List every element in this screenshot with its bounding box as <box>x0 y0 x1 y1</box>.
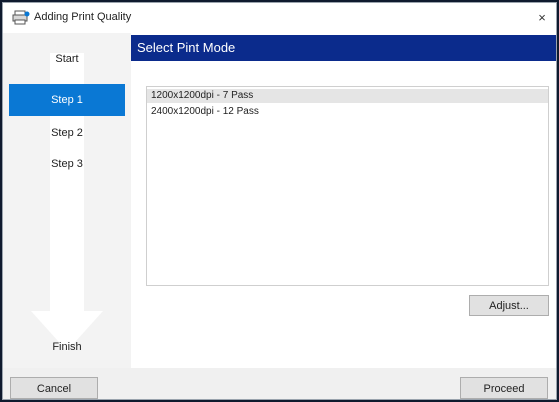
close-button[interactable]: × <box>528 3 556 33</box>
title-bar: Adding Print Quality × <box>3 3 556 33</box>
step-3: Step 3 <box>51 158 83 170</box>
proceed-button[interactable]: Proceed <box>460 377 548 399</box>
cancel-button[interactable]: Cancel <box>10 377 98 399</box>
wizard-steps-sidebar: Start Step 1 Step 2 Step 3 Finish <box>3 33 131 368</box>
step-2: Step 2 <box>51 127 83 139</box>
list-item-mode-1[interactable]: 1200x1200dpi - 7 Pass <box>147 89 548 103</box>
main-panel: Select Pint Mode 1200x1200dpi - 7 Pass 2… <box>131 33 556 368</box>
step-1-active: Step 1 <box>9 84 125 116</box>
step-start: Start <box>55 53 79 65</box>
list-item-mode-2[interactable]: 2400x1200dpi - 12 Pass <box>147 105 548 119</box>
printer-settings-icon <box>12 10 30 25</box>
adjust-button[interactable]: Adjust... <box>469 295 549 316</box>
print-mode-list[interactable]: 1200x1200dpi - 7 Pass 2400x1200dpi - 12 … <box>146 86 549 286</box>
close-icon: × <box>538 10 546 25</box>
adding-print-quality-dialog: Adding Print Quality × Start Step 1 Step… <box>2 2 557 400</box>
step-finish: Finish <box>52 341 82 353</box>
window-title: Adding Print Quality <box>34 11 132 23</box>
footer-bar: Cancel Proceed <box>3 368 556 399</box>
page-title: Select Pint Mode <box>131 35 556 61</box>
